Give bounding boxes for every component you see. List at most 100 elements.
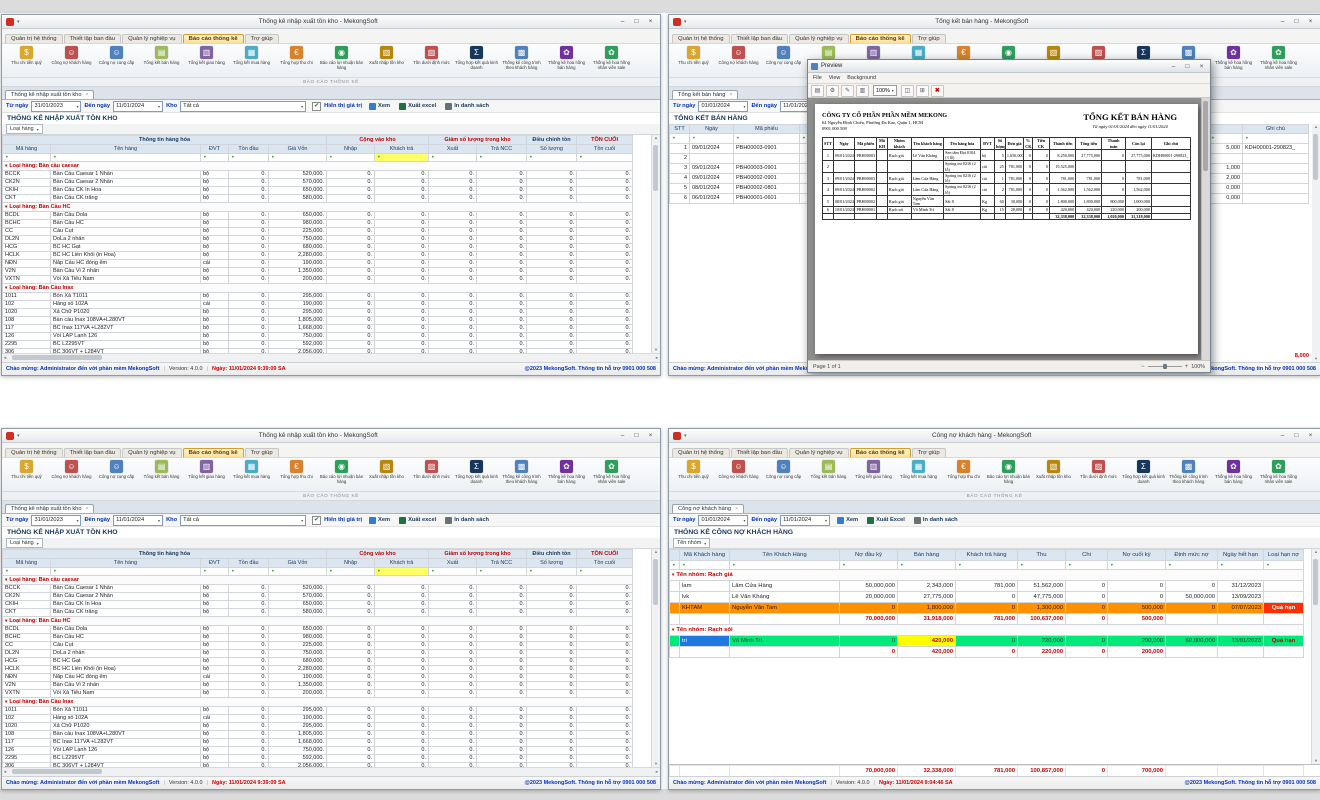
scrollbar-thumb[interactable] (12, 769, 102, 774)
column-header[interactable]: STT (823, 138, 834, 150)
toolbar-button[interactable]: ▧Xuất nhập tồn kho (1031, 459, 1076, 487)
group-by-chip[interactable]: Loại hàng▾ (6, 124, 43, 134)
column-filter[interactable]: ▼ (730, 561, 840, 570)
table-row[interactable]: 108Bàn cầu Inax 108VA+L280VTbộ0.1,805,00… (3, 317, 633, 325)
toolbar-button[interactable]: ✿Thống kê hoa hồng bán hàng (544, 45, 589, 73)
minimize-button[interactable]: – (617, 430, 628, 441)
column-header[interactable]: Còn lại (1125, 138, 1151, 150)
toolbar-button[interactable]: ▧Xuất nhập tồn kho (364, 459, 409, 487)
table-row[interactable]: 126Vòi LAP Lạnh 126bộ0.750,000.0.0.0.0.0… (3, 747, 633, 755)
column-header[interactable]: Định mức nợ (1166, 550, 1218, 561)
column-filter[interactable]: ▼ (477, 154, 527, 162)
menu-tab-2[interactable]: Thiết lập ban đầu (731, 34, 789, 43)
table-row[interactable]: NĐNNắp Cầu HC đóng êmcái0.190,000.0.0.0.… (3, 674, 633, 682)
toolbar-button[interactable]: ▥Tổng kết giao hàng (184, 459, 229, 487)
toolbar-button[interactable]: ▧Xuất nhập tồn kho (364, 45, 409, 73)
quick-access-arrow-icon[interactable]: ▾ (684, 19, 687, 25)
table-row[interactable]: BCCKBàn Cầu Caesar 1 Nhấnbộ0.520,000.0.0… (3, 171, 633, 179)
menu-tab-5[interactable]: Trợ giúp (245, 448, 279, 457)
expander-icon[interactable]: ▾ (5, 204, 7, 209)
expander-icon[interactable]: ▾ (672, 627, 674, 632)
tab-close-icon[interactable]: × (729, 92, 732, 98)
column-filter[interactable]: ▼ (229, 154, 269, 162)
maximize-button[interactable]: □ (631, 430, 642, 441)
expander-icon[interactable]: ▾ (5, 285, 7, 290)
column-filter[interactable]: ▼ (429, 154, 477, 162)
show-value-checkbox[interactable]: ✔ (312, 516, 321, 525)
column-filter[interactable]: ▼ (269, 154, 327, 162)
scroll-up-icon[interactable]: ▲ (1314, 550, 1318, 554)
document-tab[interactable]: Thống kê nhập xuất tồn kho × (5, 504, 94, 513)
table-row[interactable]: V2NBàn Cầu Vi 2 nhấnbộ0.1,350,000.0.0.0.… (3, 682, 633, 690)
column-header[interactable]: Xuất (429, 559, 477, 568)
toolbar-button[interactable]: ΣTổng hợp kết quả kinh doanh (1121, 459, 1166, 487)
table-row[interactable]: 0,000 (1209, 194, 1309, 204)
column-filter[interactable]: ▼ (1243, 134, 1309, 144)
table-row[interactable]: ▾Loại hàng: Bàn Cầu HC (3, 617, 633, 626)
preview-tool-button[interactable]: ▥ (856, 85, 869, 97)
column-header[interactable]: Mã Khách hàng (680, 550, 730, 561)
menu-tab-4[interactable]: Báo cáo thống kê (183, 34, 244, 43)
preview-tool-button[interactable]: ⊞ (916, 85, 929, 97)
menu-tab-4[interactable]: Báo cáo thống kê (850, 448, 911, 457)
scrollbar-thumb[interactable] (12, 355, 102, 360)
scroll-up-icon[interactable]: ▲ (654, 136, 658, 140)
toolbar-button[interactable]: $Thu chi tiền quỹ (4, 459, 49, 487)
print-button[interactable]: In danh sách (443, 103, 491, 110)
maximize-button[interactable]: □ (631, 16, 642, 27)
table-row[interactable]: BCHCBàn Cầu HCbộ0.980,000.0.0.0.0.0.0. (3, 634, 633, 642)
column-filter[interactable]: ▼ (680, 561, 730, 570)
column-header[interactable]: Tên hàng (51, 559, 201, 568)
column-header[interactable]: Nhập (327, 559, 375, 568)
column-filter[interactable]: ▼ (201, 568, 229, 576)
column-filter[interactable]: ▼ (269, 568, 327, 576)
zoom-slider-knob[interactable] (1163, 364, 1167, 369)
document-tab[interactable]: Công nợ khách hàng × (672, 504, 744, 513)
table-row[interactable]: VXTNVòi Xả Tiểu Nambộ0.200,000.0.0.0.0.0… (3, 690, 633, 698)
toolbar-button[interactable]: ▤Tổng kết bán hàng (806, 459, 851, 487)
menu-tab-1[interactable]: Quản trị hệ thống (672, 34, 730, 43)
column-header[interactable]: Số lượng (527, 145, 577, 154)
table-row[interactable]: 117BC Inax 117VA +L282VTbộ0.1,668,000.0.… (3, 739, 633, 747)
column-header[interactable]: Nhóm khách (887, 138, 911, 150)
vertical-scrollbar[interactable]: ▲▼ (1311, 124, 1320, 362)
group-by-chip[interactable]: Tên nhóm▾ (673, 538, 710, 548)
column-header[interactable]: Mã phiếu (855, 138, 877, 150)
toolbar-button[interactable]: ◉Báo cáo lợi nhuận bán hàng (319, 459, 364, 487)
expander-icon[interactable]: ▾ (5, 163, 7, 168)
document-tab[interactable]: Thống kê nhập xuất tồn kho × (5, 90, 94, 99)
toolbar-button[interactable]: ☺Công nợ cung cấp (761, 45, 806, 73)
scrollbar-thumb[interactable] (1203, 101, 1208, 171)
column-filter[interactable]: ▼ (1209, 134, 1243, 144)
column-header[interactable]: Ngày (833, 138, 855, 150)
toolbar-button[interactable]: ☺Công nợ cung cấp (94, 459, 139, 487)
scroll-right-icon[interactable]: ► (655, 770, 659, 774)
menu-tab-1[interactable]: Quản trị hệ thống (5, 448, 63, 457)
preview-tool-button[interactable]: ◫ (901, 85, 914, 97)
table-row[interactable]: lvkLê Văn Kháng20,000,00027,775,000047,7… (670, 592, 1304, 603)
column-header[interactable]: Mã KH (877, 138, 888, 150)
toolbar-button[interactable]: $Thu chi tiền quỹ (671, 459, 716, 487)
toolbar-button[interactable]: ΣTổng hợp kết quả kinh doanh (454, 45, 499, 73)
column-header[interactable]: Tồn cuối (577, 145, 633, 154)
preview-tool-button[interactable]: ✎ (841, 85, 854, 97)
scroll-left-icon[interactable]: ◄ (3, 770, 7, 774)
column-filter[interactable]: ▼ (670, 134, 690, 144)
table-row[interactable]: V2NBàn Cầu Vi 2 nhấnbộ0.1,350,000.0.0.0.… (3, 268, 633, 276)
column-header[interactable]: Tên hàng hóa (944, 138, 981, 150)
menu-item-file[interactable]: File (813, 75, 822, 81)
scrollbar-thumb[interactable] (653, 145, 658, 191)
column-header[interactable]: STT (670, 125, 690, 134)
column-header[interactable]: Tên khách hàng (911, 138, 943, 150)
menu-tab-1[interactable]: Quản trị hệ thống (5, 34, 63, 43)
preview-scrollbar[interactable] (1201, 98, 1210, 360)
column-header[interactable]: Thanh toán (1102, 138, 1126, 150)
scroll-down-icon[interactable]: ▼ (654, 348, 658, 352)
quick-access-arrow-icon[interactable]: ▾ (17, 433, 20, 439)
column-header[interactable]: Thu (1018, 550, 1066, 561)
menu-tab-3[interactable]: Quản lý nghiệp vụ (789, 34, 849, 43)
column-header[interactable]: Ngày hết hạn (1218, 550, 1264, 561)
table-row[interactable]: 2295BC L2295VTbộ0.592,000.0.0.0.0.0.0. (3, 755, 633, 763)
expander-icon[interactable]: ▾ (5, 577, 7, 582)
table-row[interactable]: DL2NDoLa 2 nhấnbộ0.750,000.0.0.0.0.0.0. (3, 236, 633, 244)
